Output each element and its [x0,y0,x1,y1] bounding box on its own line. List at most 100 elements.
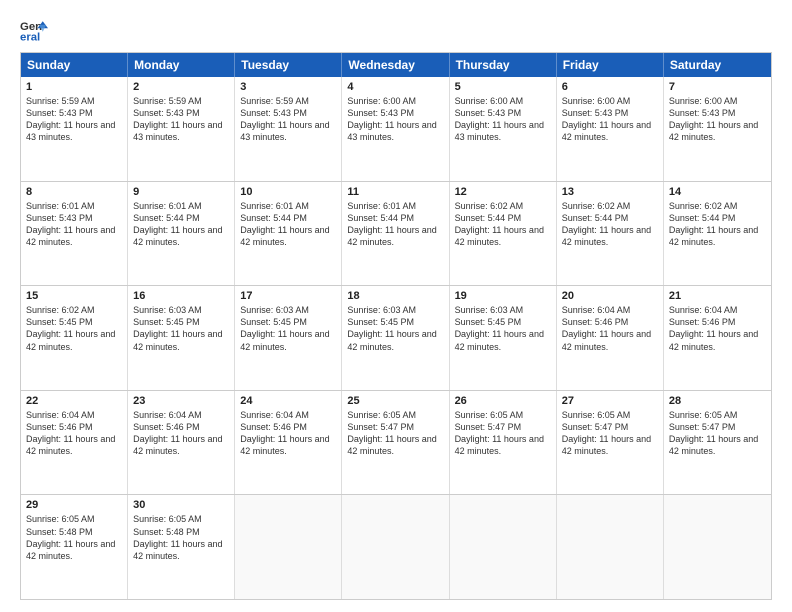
calendar-day-cell: 1 Sunrise: 5:59 AMSunset: 5:43 PMDaylight… [21,77,128,181]
day-info: Sunrise: 6:05 AMSunset: 5:48 PMDaylight:… [26,513,122,562]
day-number: 19 [455,290,551,302]
calendar-header-cell: Saturday [664,53,771,77]
day-number: 28 [669,395,766,407]
day-number: 27 [562,395,658,407]
logo-icon: Gen eral [20,16,48,44]
day-number: 7 [669,81,766,93]
calendar-day-cell [557,495,664,599]
calendar-day-cell: 4 Sunrise: 6:00 AMSunset: 5:43 PMDaylight… [342,77,449,181]
day-info: Sunrise: 6:01 AMSunset: 5:44 PMDaylight:… [133,200,229,249]
calendar-day-cell: 3Sunrise: 5:59 AMSunset: 5:43 PMDaylight… [235,77,342,181]
calendar-day-cell: 27 Sunrise: 6:05 AMSunset: 5:47 PMDayligh… [557,391,664,495]
day-number: 24 [240,395,336,407]
calendar-day-cell: 20Sunrise: 6:04 AMSunset: 5:46 PMDayligh… [557,286,664,390]
day-info: Sunrise: 6:02 AMSunset: 5:44 PMDaylight:… [455,200,551,249]
day-number: 3 [240,81,336,93]
day-info: Sunrise: 6:05 AMSunset: 5:48 PMDaylight:… [133,513,229,562]
calendar-day-cell: 19 Sunrise: 6:03 AMSunset: 5:45 PMDayligh… [450,286,557,390]
day-number: 8 [26,186,122,198]
calendar-day-cell: 6Sunrise: 6:00 AMSunset: 5:43 PMDaylight… [557,77,664,181]
day-number: 18 [347,290,443,302]
calendar-header-cell: Wednesday [342,53,449,77]
day-info: Sunrise: 6:00 AMSunset: 5:43 PMDaylight:… [562,95,658,144]
day-number: 16 [133,290,229,302]
calendar-day-cell: 2 Sunrise: 5:59 AMSunset: 5:43 PMDaylight… [128,77,235,181]
calendar-week: 22 Sunrise: 6:04 AMSunset: 5:46 PMDayligh… [21,390,771,495]
calendar-day-cell: 18 Sunrise: 6:03 AMSunset: 5:45 PMDayligh… [342,286,449,390]
calendar-week: 15Sunrise: 6:02 AMSunset: 5:45 PMDayligh… [21,285,771,390]
day-number: 25 [347,395,443,407]
calendar-day-cell: 9 Sunrise: 6:01 AMSunset: 5:44 PMDaylight… [128,182,235,286]
day-info: Sunrise: 6:00 AMSunset: 5:43 PMDaylight:… [347,95,443,144]
calendar-day-cell: 10 Sunrise: 6:01 AMSunset: 5:44 PMDayligh… [235,182,342,286]
calendar-header-row: SundayMondayTuesdayWednesdayThursdayFrid… [21,53,771,77]
day-info: Sunrise: 6:04 AMSunset: 5:46 PMDaylight:… [669,304,766,353]
calendar-page: Gen eral SundayMondayTuesdayWednesdayThu… [0,0,792,612]
day-number: 5 [455,81,551,93]
logo: Gen eral [20,16,52,44]
calendar-day-cell: 25 Sunrise: 6:05 AMSunset: 5:47 PMDayligh… [342,391,449,495]
day-number: 22 [26,395,122,407]
calendar-week: 8Sunrise: 6:01 AMSunset: 5:43 PMDaylight… [21,181,771,286]
day-info: Sunrise: 6:05 AMSunset: 5:47 PMDaylight:… [455,409,551,458]
day-number: 4 [347,81,443,93]
calendar-day-cell: 13 Sunrise: 6:02 AMSunset: 5:44 PMDayligh… [557,182,664,286]
calendar-day-cell: 26 Sunrise: 6:05 AMSunset: 5:47 PMDayligh… [450,391,557,495]
calendar-day-cell: 15Sunrise: 6:02 AMSunset: 5:45 PMDayligh… [21,286,128,390]
calendar: SundayMondayTuesdayWednesdayThursdayFrid… [20,52,772,600]
calendar-day-cell: 16 Sunrise: 6:03 AMSunset: 5:45 PMDayligh… [128,286,235,390]
calendar-header-cell: Thursday [450,53,557,77]
day-info: Sunrise: 6:03 AMSunset: 5:45 PMDaylight:… [455,304,551,353]
calendar-header-cell: Tuesday [235,53,342,77]
day-number: 9 [133,186,229,198]
calendar-day-cell: 14Sunrise: 6:02 AMSunset: 5:44 PMDayligh… [664,182,771,286]
page-header: Gen eral [20,16,772,44]
calendar-day-cell: 5 Sunrise: 6:00 AMSunset: 5:43 PMDaylight… [450,77,557,181]
day-number: 26 [455,395,551,407]
calendar-header-cell: Sunday [21,53,128,77]
day-number: 11 [347,186,443,198]
calendar-week: 1 Sunrise: 5:59 AMSunset: 5:43 PMDaylight… [21,77,771,181]
calendar-day-cell: 24 Sunrise: 6:04 AMSunset: 5:46 PMDayligh… [235,391,342,495]
day-info: Sunrise: 6:05 AMSunset: 5:47 PMDaylight:… [562,409,658,458]
day-number: 13 [562,186,658,198]
day-info: Sunrise: 6:02 AMSunset: 5:44 PMDaylight:… [562,200,658,249]
day-number: 10 [240,186,336,198]
day-info: Sunrise: 6:05 AMSunset: 5:47 PMDaylight:… [669,409,766,458]
day-info: Sunrise: 6:04 AMSunset: 5:46 PMDaylight:… [240,409,336,458]
day-info: Sunrise: 6:03 AMSunset: 5:45 PMDaylight:… [133,304,229,353]
calendar-body: 1 Sunrise: 5:59 AMSunset: 5:43 PMDaylight… [21,77,771,599]
calendar-day-cell: 22 Sunrise: 6:04 AMSunset: 5:46 PMDayligh… [21,391,128,495]
calendar-header-cell: Monday [128,53,235,77]
day-info: Sunrise: 6:01 AMSunset: 5:44 PMDaylight:… [240,200,336,249]
day-number: 17 [240,290,336,302]
calendar-week: 29 Sunrise: 6:05 AMSunset: 5:48 PMDayligh… [21,494,771,599]
day-number: 29 [26,499,122,511]
calendar-day-cell: 12Sunrise: 6:02 AMSunset: 5:44 PMDayligh… [450,182,557,286]
calendar-day-cell: 17 Sunrise: 6:03 AMSunset: 5:45 PMDayligh… [235,286,342,390]
day-info: Sunrise: 5:59 AMSunset: 5:43 PMDaylight:… [26,95,122,144]
calendar-day-cell: 23 Sunrise: 6:04 AMSunset: 5:46 PMDayligh… [128,391,235,495]
calendar-day-cell [664,495,771,599]
calendar-day-cell: 7 Sunrise: 6:00 AMSunset: 5:43 PMDaylight… [664,77,771,181]
day-info: Sunrise: 6:04 AMSunset: 5:46 PMDaylight:… [26,409,122,458]
day-number: 1 [26,81,122,93]
day-number: 21 [669,290,766,302]
day-info: Sunrise: 6:04 AMSunset: 5:46 PMDaylight:… [133,409,229,458]
day-number: 14 [669,186,766,198]
svg-text:eral: eral [20,32,40,44]
calendar-day-cell [450,495,557,599]
day-info: Sunrise: 6:03 AMSunset: 5:45 PMDaylight:… [347,304,443,353]
day-info: Sunrise: 6:05 AMSunset: 5:47 PMDaylight:… [347,409,443,458]
calendar-day-cell: 28 Sunrise: 6:05 AMSunset: 5:47 PMDayligh… [664,391,771,495]
day-number: 23 [133,395,229,407]
day-info: Sunrise: 6:03 AMSunset: 5:45 PMDaylight:… [240,304,336,353]
day-info: Sunrise: 6:04 AMSunset: 5:46 PMDaylight:… [562,304,658,353]
day-info: Sunrise: 6:02 AMSunset: 5:45 PMDaylight:… [26,304,122,353]
day-info: Sunrise: 5:59 AMSunset: 5:43 PMDaylight:… [133,95,229,144]
day-number: 2 [133,81,229,93]
calendar-day-cell: 21 Sunrise: 6:04 AMSunset: 5:46 PMDayligh… [664,286,771,390]
day-info: Sunrise: 6:00 AMSunset: 5:43 PMDaylight:… [669,95,766,144]
day-info: Sunrise: 6:00 AMSunset: 5:43 PMDaylight:… [455,95,551,144]
calendar-day-cell: 29 Sunrise: 6:05 AMSunset: 5:48 PMDayligh… [21,495,128,599]
